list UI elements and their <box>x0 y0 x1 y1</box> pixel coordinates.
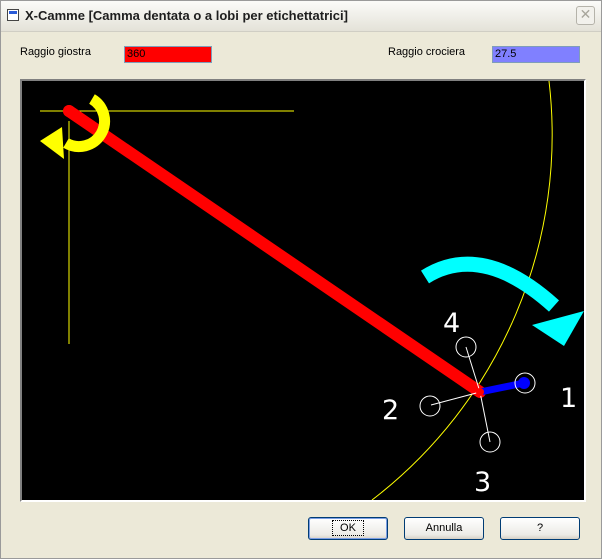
arm-joint <box>476 388 484 396</box>
cross-arm <box>476 379 528 396</box>
dialog-window: X-Camme [Camma dentata o a lobi per etic… <box>0 0 602 559</box>
close-button[interactable]: ✕ <box>576 6 595 25</box>
main-arm <box>63 105 486 398</box>
main-arm-pivot <box>63 105 75 117</box>
app-icon <box>7 9 19 21</box>
raggio-giostra-field[interactable]: 360 <box>124 46 212 63</box>
lobe-label-1: 1 <box>560 383 577 414</box>
ok-button[interactable]: OK <box>308 517 388 540</box>
raggio-crociera-label: Raggio crociera <box>388 46 466 58</box>
title-bar: X-Camme [Camma dentata o a lobi per etic… <box>1 1 601 32</box>
lobe-label-2: 2 <box>382 395 399 426</box>
cross-arm-tip <box>518 377 530 389</box>
raggio-crociera-field[interactable]: 27.5 <box>492 46 580 63</box>
drawing-canvas[interactable]: 1 2 3 4 <box>20 79 586 502</box>
raggio-giostra-label: Raggio giostra <box>20 46 91 58</box>
ok-button-label: OK <box>332 520 364 536</box>
spoke-3 <box>479 391 491 443</box>
annulla-button[interactable]: Annulla <box>404 517 484 540</box>
spoke-2 <box>430 391 481 406</box>
window-title: X-Camme [Camma dentata o a lobi per etic… <box>25 8 348 23</box>
annulla-button-label: Annulla <box>425 522 463 534</box>
help-button[interactable]: ? <box>500 517 580 540</box>
lobe-label-4: 4 <box>443 308 460 339</box>
help-button-label: ? <box>536 522 544 534</box>
lobe-2 <box>419 395 441 417</box>
lobe-label-3: 3 <box>474 467 491 498</box>
